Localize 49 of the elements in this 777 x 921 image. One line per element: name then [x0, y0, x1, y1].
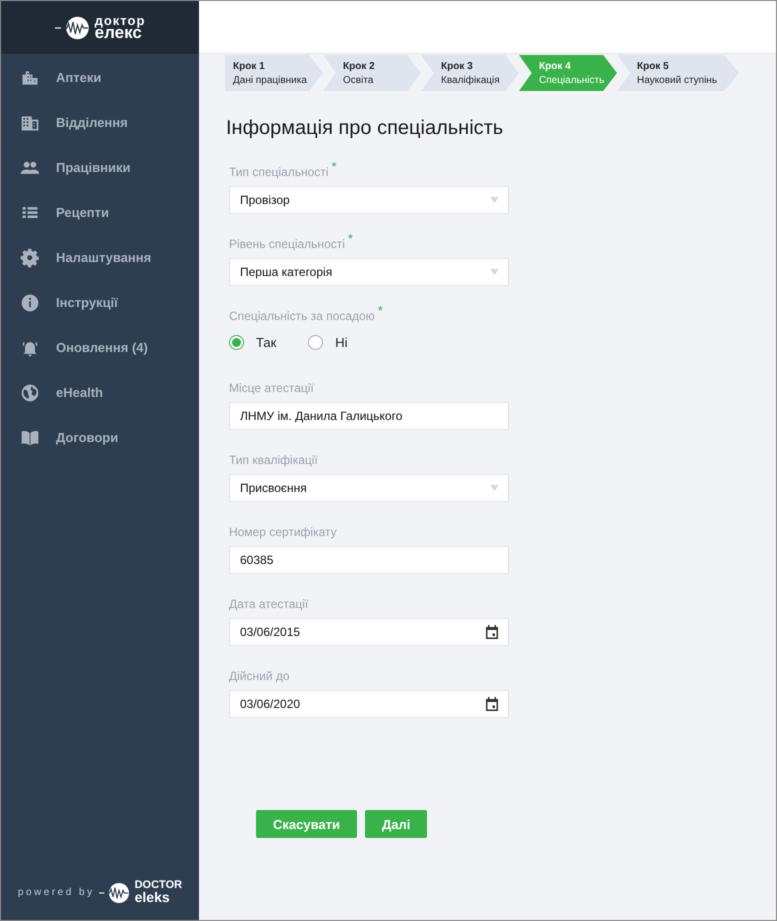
caret-icon	[490, 197, 499, 203]
select-field[interactable]: Присвоєння	[229, 474, 509, 502]
globe-icon	[20, 382, 40, 402]
field-label: Тип кваліфікації	[229, 452, 318, 468]
sidebar-item[interactable]: Договори	[1, 415, 199, 460]
sidebar-item[interactable]: eHealth	[1, 370, 199, 415]
sidebar-item[interactable]: Налаштування	[1, 235, 199, 280]
info-icon	[20, 292, 40, 312]
input-field[interactable]: ЛНМУ ім. Данила Галицького	[229, 402, 509, 430]
page-title: Інформація про спеціальність	[226, 117, 504, 140]
field-label: Місце атестації	[229, 380, 314, 396]
powered-by-text: powered by	[18, 887, 95, 898]
caret-icon	[490, 485, 499, 491]
radio-option[interactable]: Так	[229, 334, 276, 350]
brand-text: DOCTOR eleks	[134, 881, 182, 904]
step-tab[interactable]: Крок 3 Кваліфікація	[421, 55, 519, 91]
select-field[interactable]: Провізор	[229, 186, 509, 214]
calendar-icon	[485, 625, 499, 639]
field-label: Тип спеціальності	[229, 164, 328, 180]
input-field[interactable]: 60385	[229, 546, 509, 574]
gear-icon	[20, 248, 40, 268]
date-field[interactable]: 03/06/2020	[229, 690, 509, 718]
field-label: Рівень спеціальності	[229, 236, 345, 252]
sidebar-item[interactable]: Аптеки	[1, 55, 199, 100]
step-tab[interactable]: Крок 1 Дані працівника	[225, 55, 323, 91]
radio-button[interactable]	[308, 334, 324, 350]
radio-button[interactable]	[229, 334, 244, 350]
sidebar-item[interactable]: Працівники	[1, 145, 199, 190]
sidebar-item[interactable]: Інструкції	[1, 280, 199, 325]
sidebar-item[interactable]: Рецепти	[1, 190, 199, 235]
calendar-icon	[485, 697, 499, 711]
field-label: Дата атестації	[229, 596, 308, 612]
logo-text: доктор елекс	[94, 14, 146, 40]
field-label: Номер сертифікату	[229, 524, 337, 540]
caret-icon	[490, 269, 499, 275]
brand-icon	[98, 882, 131, 904]
field-label: Дійсний до	[229, 668, 290, 684]
sidebar-item[interactable]: Оновлення (4)	[1, 325, 199, 370]
step-tab[interactable]: Крок 2 Освіта	[323, 55, 421, 91]
radio-option[interactable]: Ні	[308, 334, 348, 350]
date-field[interactable]: 03/06/2015	[229, 618, 509, 646]
required-mark: *	[331, 162, 337, 172]
required-mark: *	[378, 306, 383, 316]
sidebar-item[interactable]: Відділення	[1, 100, 199, 145]
logo-icon	[54, 14, 91, 40]
field-label: Спеціальність за посадою	[229, 308, 375, 324]
required-mark: *	[348, 234, 353, 244]
step-tab[interactable]: Крок 5 Науковий ступінь	[617, 55, 739, 91]
select-field[interactable]: Перша категорія	[229, 258, 509, 286]
